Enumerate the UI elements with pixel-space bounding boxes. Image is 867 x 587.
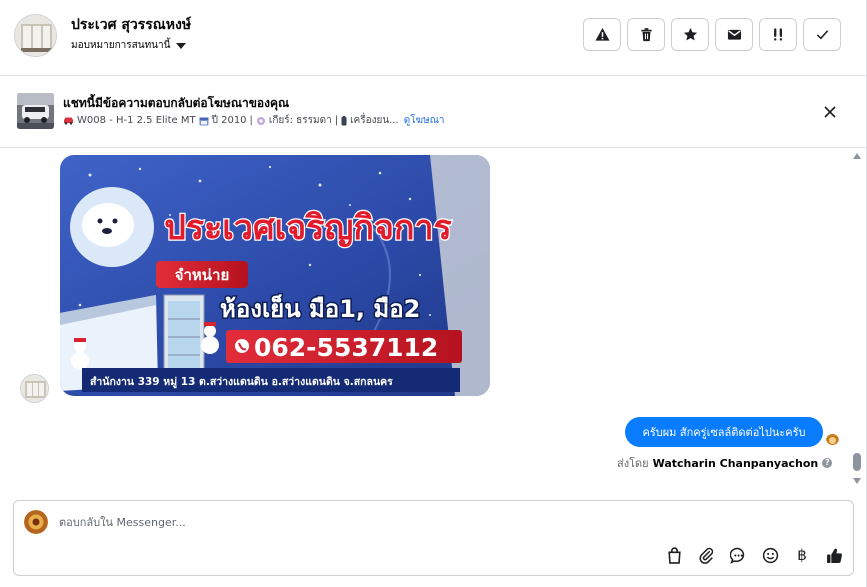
contact-avatar[interactable] [14, 14, 57, 57]
outgoing-message-bubble[interactable]: ครับผม สักครู่เซลล์ติดต่อไปนะครับ [625, 417, 823, 447]
shopping-bag-icon[interactable] [664, 545, 684, 565]
follow-up-icon [773, 28, 782, 41]
gear-icon [256, 116, 265, 125]
delete-button[interactable] [627, 18, 665, 51]
scroll-down-arrow-icon[interactable] [853, 478, 861, 484]
page-avatar [24, 510, 48, 534]
ad-details: W008 - H-1 2.5 Elite MT ปี 2010 | เกียร์… [63, 113, 445, 128]
read-receipt-avatar [826, 432, 839, 445]
assign-conversation-dropdown[interactable]: มอบหมายการสนทนานี้ [71, 38, 187, 53]
assign-conversation-label: มอบหมายการสนทนานี้ [71, 40, 171, 51]
mark-unread-button[interactable] [715, 18, 753, 51]
paperclip-icon[interactable] [696, 545, 716, 565]
check-icon [816, 30, 828, 40]
ad-gear: เกียร์: ธรรมดา [268, 115, 332, 126]
messenger-reply-input[interactable] [59, 513, 659, 531]
view-ad-link[interactable]: ดูโฆษณา [404, 113, 445, 128]
mark-spam-button[interactable] [583, 18, 621, 51]
photo-tag: จำหน่าย [175, 266, 230, 284]
incoming-photo-message[interactable]: ประเวศเจริญกิจการ จำหน่าย ห้องเย็น มือ1,… [60, 155, 490, 396]
envelope-icon [727, 29, 741, 40]
sent-by-line: ส่งโดย Watcharin Chanpanyachon ? [617, 454, 833, 472]
photo-headline: ประเวศเจริญกิจการ [164, 208, 452, 248]
reply-composer: ฿ [13, 500, 854, 576]
trash-icon [640, 28, 652, 42]
chat-bubble-icon[interactable] [728, 545, 748, 565]
photo-address: สำนักงาน 339 หมู่ 13 ต.สว่างแดนดิน อ.สว่… [90, 376, 393, 389]
photo-subline: ห้องเย็น มือ1, มือ2 [220, 294, 420, 323]
scroll-up-arrow-icon[interactable] [853, 153, 861, 159]
conversation-actions [583, 18, 841, 51]
close-icon[interactable] [822, 104, 838, 120]
ad-banner-title: แชทนี้มีข้อความตอบกลับต่อโฆษณาของคุณ [63, 96, 290, 110]
ad-model: W008 - H-1 2.5 Elite MT [77, 115, 196, 126]
star-icon [683, 27, 697, 41]
calendar-icon [199, 117, 209, 125]
caret-down-icon [176, 42, 187, 49]
contact-name[interactable]: ประเวศ สุวรรณหงษ์ [71, 14, 191, 36]
warning-icon [594, 27, 610, 41]
battery-icon [341, 115, 347, 125]
sent-by-name: Watcharin Chanpanyachon [652, 456, 819, 470]
info-icon[interactable]: ? [822, 458, 833, 468]
emoji-icon[interactable] [760, 545, 780, 565]
scrollbar-thumb[interactable] [853, 453, 861, 471]
baht-glyph: ฿ [797, 546, 807, 564]
follow-up-button[interactable] [759, 18, 797, 51]
star-button[interactable] [671, 18, 709, 51]
ad-reply-banner: แชทนี้มีข้อความตอบกลับต่อโฆษณาของคุณ W00… [0, 76, 866, 148]
message-thread[interactable]: ประเวศเจริญกิจการ จำหน่าย ห้องเย็น มือ1,… [0, 149, 866, 491]
conversation-header: ประเวศ สุวรรณหงษ์ มอบหมายการสนทนานี้ [0, 0, 866, 76]
sent-by-prefix: ส่งโดย [617, 457, 649, 470]
mark-done-button[interactable] [803, 18, 841, 51]
messenger-conversation-panel: ประเวศ สุวรรณหงษ์ มอบหมายการสนทนานี้ แชท… [0, 0, 867, 587]
ad-thumbnail[interactable] [17, 93, 54, 129]
ad-engine: เครื่องยน... [350, 115, 399, 126]
thumbs-up-icon[interactable] [824, 545, 844, 565]
baht-icon[interactable]: ฿ [792, 545, 812, 565]
car-icon [64, 117, 73, 125]
sender-avatar[interactable] [20, 374, 49, 403]
ad-year: ปี 2010 [211, 115, 247, 126]
composer-toolbar: ฿ [664, 545, 844, 565]
photo-phone: 062-5537112 [254, 333, 438, 362]
